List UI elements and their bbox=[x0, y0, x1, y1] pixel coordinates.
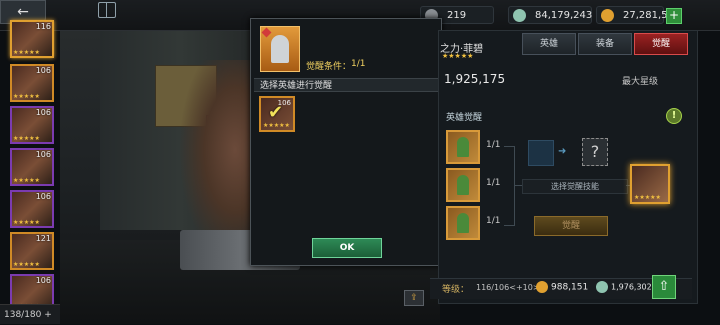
ok-button[interactable]: OK bbox=[312, 238, 382, 258]
requirement-count: 1/1 bbox=[486, 140, 501, 150]
silver-coin-icon bbox=[513, 9, 526, 22]
target-hero-portrait bbox=[260, 26, 300, 72]
level-value: 116/106<+10> bbox=[476, 283, 540, 292]
card-level: 106 bbox=[35, 192, 51, 201]
rarity-gem-icon bbox=[261, 27, 272, 38]
card-level: 106 bbox=[35, 276, 51, 285]
hero-silhouette-icon bbox=[457, 175, 469, 195]
condition-value: 1/1 bbox=[351, 59, 366, 69]
requirement-slot[interactable] bbox=[446, 130, 480, 164]
awakened-hero-slot: ★★★★★ bbox=[630, 164, 670, 204]
max-star-label: 最大星级 bbox=[622, 77, 659, 87]
awaken-section-title: 英雄觉醒 bbox=[446, 113, 483, 123]
select-hero-header: 选择英雄进行觉醒 bbox=[254, 78, 438, 92]
tab-equipment[interactable]: 装备 bbox=[578, 33, 632, 55]
resource-value: 219 bbox=[447, 10, 467, 21]
requirement-connector bbox=[504, 146, 515, 226]
share-icon[interactable]: ⇪ bbox=[404, 290, 424, 306]
requirement-slot[interactable] bbox=[446, 168, 480, 202]
hero-stars: ★★★★★ bbox=[442, 52, 474, 60]
requirement-connector bbox=[514, 185, 522, 186]
upgrade-gold-cost: 988,151 bbox=[536, 281, 588, 293]
card-stars: ★★★★★ bbox=[13, 93, 40, 100]
candidate-hero-slot[interactable]: 106 ✔ ★★★★★ bbox=[259, 96, 295, 132]
gold-coin-icon bbox=[601, 9, 614, 22]
roster-hero-card[interactable]: 106 ★★★★★ bbox=[10, 148, 54, 186]
resource-gold: 27,281,599 bbox=[596, 6, 680, 24]
unknown-skill-icon: ? bbox=[582, 138, 608, 166]
skill-select-field[interactable]: 选择觉醒技能 bbox=[522, 179, 628, 194]
tab-hero[interactable]: 英雄 bbox=[522, 33, 576, 55]
card-stars: ★★★★★ bbox=[13, 261, 40, 268]
card-level: 121 bbox=[35, 234, 51, 243]
card-level: 106 bbox=[35, 150, 51, 159]
gold-coin-icon bbox=[536, 281, 548, 293]
requirement-count: 1/1 bbox=[486, 178, 501, 188]
resource-silver: 84,179,243 bbox=[508, 6, 592, 24]
roster-count: 138/180 + bbox=[0, 304, 60, 324]
requirement-count: 1/1 bbox=[486, 216, 501, 226]
checkmark-icon: ✔ bbox=[268, 102, 284, 123]
level-up-button[interactable]: ⇧ bbox=[652, 275, 676, 299]
card-stars: ★★★★★ bbox=[13, 49, 40, 56]
silver-coin-icon bbox=[596, 281, 608, 293]
card-stars: ★★★★★ bbox=[13, 177, 40, 184]
hero-power: 1,925,175 bbox=[444, 72, 506, 86]
awaken-button[interactable]: 觉醒 bbox=[534, 216, 608, 236]
result-stars: ★★★★★ bbox=[634, 194, 661, 201]
awaken-material-icon bbox=[528, 140, 554, 166]
book-icon[interactable] bbox=[98, 2, 116, 18]
card-level: 116 bbox=[35, 22, 51, 31]
card-level: 106 bbox=[35, 108, 51, 117]
resource-value: 84,179,243 bbox=[535, 10, 593, 21]
roster-hero-card[interactable]: 121 ★★★★★ bbox=[10, 232, 54, 270]
hero-silhouette-icon bbox=[457, 137, 469, 157]
level-label: 等级： bbox=[442, 285, 470, 295]
slot-stars: ★★★★★ bbox=[263, 122, 290, 129]
info-icon[interactable]: ! bbox=[666, 108, 682, 124]
gold-cost-value: 988,151 bbox=[551, 282, 589, 293]
roster-hero-card[interactable]: 106 ★★★★★ bbox=[10, 190, 54, 228]
condition-label: 觉醒条件： bbox=[306, 62, 352, 72]
hero-silhouette-icon bbox=[271, 35, 289, 63]
card-stars: ★★★★★ bbox=[13, 135, 40, 142]
requirement-slot[interactable] bbox=[446, 206, 480, 240]
arrow-right-icon: ➜ bbox=[558, 146, 567, 157]
roster-hero-card[interactable]: 106 ★★★★★ bbox=[10, 106, 54, 144]
roster-hero-card[interactable]: 106 ★★★★★ bbox=[10, 64, 54, 102]
roster-hero-card[interactable]: 116 ★★★★★ bbox=[10, 20, 54, 58]
add-gold-button[interactable]: + bbox=[666, 8, 682, 24]
roster-count-value: 138/180 bbox=[4, 310, 42, 320]
upgrade-silver-cost: 1,976,302 bbox=[596, 281, 652, 293]
hero-roster: 116 ★★★★★ 106 ★★★★★ 106 ★★★★★ 106 ★★★★★ … bbox=[0, 18, 58, 324]
card-level: 106 bbox=[35, 66, 51, 75]
card-stars: ★★★★★ bbox=[13, 219, 40, 226]
silver-cost-value: 1,976,302 bbox=[611, 282, 652, 292]
tab-awaken[interactable]: 觉醒 bbox=[634, 33, 688, 55]
hero-silhouette-icon bbox=[457, 213, 469, 233]
roster-expand-button[interactable]: + bbox=[44, 310, 52, 320]
